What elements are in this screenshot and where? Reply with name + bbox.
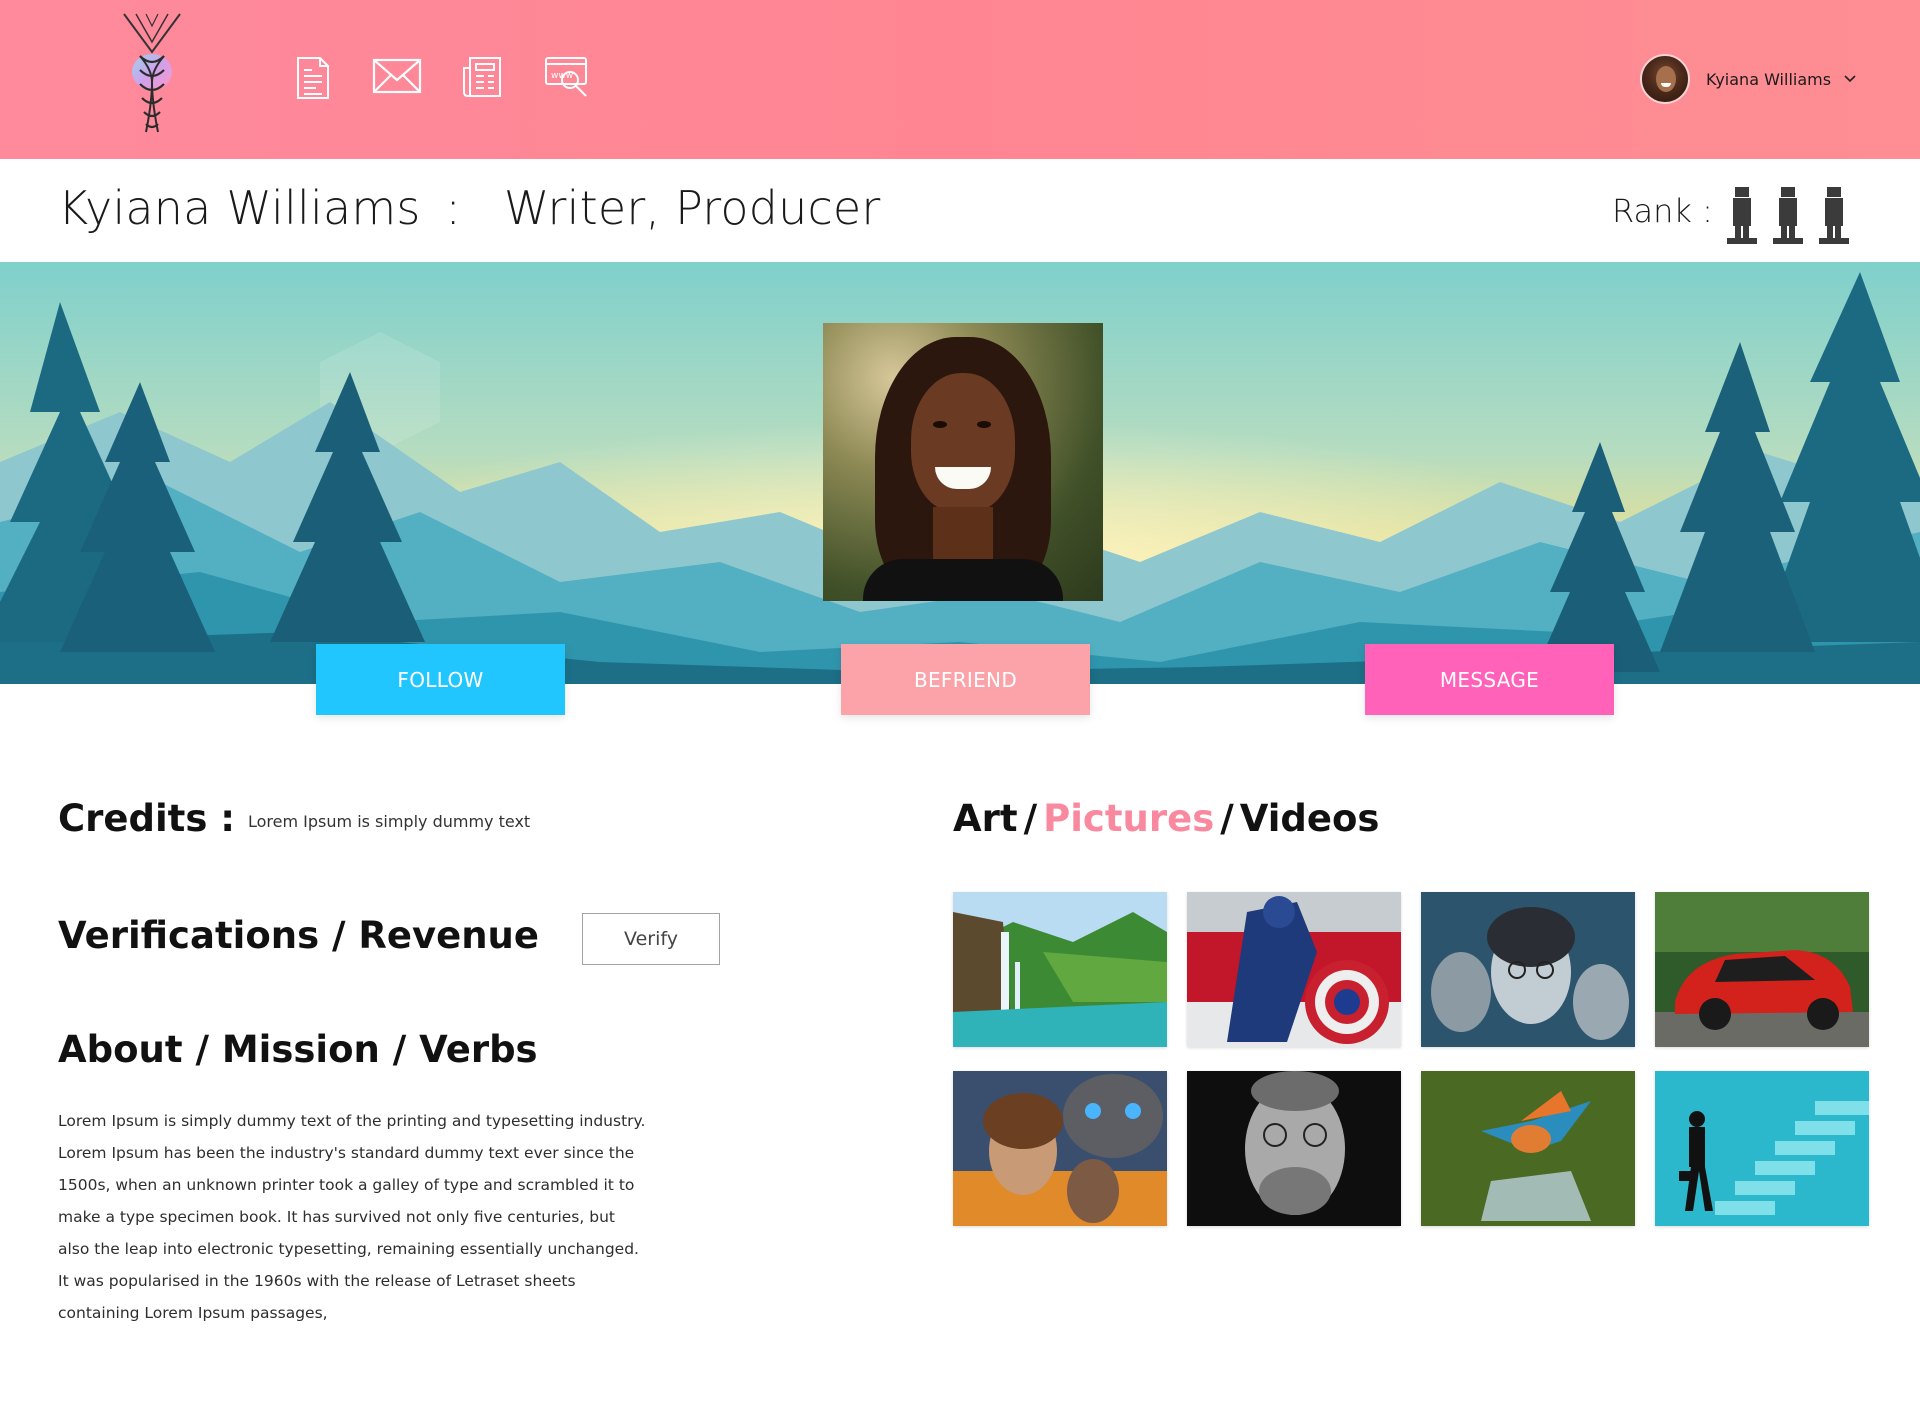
about-line: make a type specimen book. It has surviv…: [58, 1208, 615, 1226]
tab-pictures[interactable]: Pictures: [1043, 797, 1214, 840]
waterfall-image[interactable]: [953, 892, 1167, 1047]
document-icon[interactable]: [296, 56, 330, 104]
rank-label: Rank :: [1612, 192, 1713, 230]
title-separator: :: [445, 181, 462, 235]
page-title: Kyiana Williams : Writer, Producer: [58, 181, 881, 235]
follow-button[interactable]: FOLLOW: [316, 644, 565, 715]
tab-videos[interactable]: Videos: [1240, 797, 1380, 840]
stairs-businessman-image[interactable]: [1655, 1071, 1869, 1226]
portrait-man-image[interactable]: [1187, 1071, 1401, 1226]
about-text: Lorem Ipsum is simply dummy text of the …: [58, 1105, 668, 1329]
transformers-movie-image[interactable]: [953, 1071, 1167, 1226]
red-car-image[interactable]: [1655, 892, 1869, 1047]
tab-art[interactable]: Art: [953, 797, 1018, 840]
rank-figure-icon: [1773, 187, 1803, 244]
chevron-down-icon: [1844, 75, 1856, 83]
about-line: It was popularised in the 1960s with the…: [58, 1272, 576, 1290]
profile-name: Kyiana Williams: [58, 181, 421, 235]
rank-figure-icon: [1819, 187, 1849, 244]
gallery-heading-slash: /: [1023, 797, 1038, 840]
about-line: Lorem Ipsum has been the industry's stan…: [58, 1144, 635, 1162]
verify-button[interactable]: Verify: [582, 913, 720, 965]
gallery-heading-slash: /: [1220, 797, 1234, 840]
credits-heading: Credits :: [58, 797, 236, 840]
braid-logo-icon[interactable]: [116, 12, 188, 140]
credits-text: Lorem Ipsum is simply dummy text: [248, 812, 531, 831]
profile-photo: [823, 323, 1103, 601]
harry-potter-image[interactable]: [1421, 892, 1635, 1047]
user-menu[interactable]: Kyiana Williams: [1640, 54, 1857, 104]
user-name: Kyiana Williams: [1706, 69, 1832, 89]
top-navigation-bar: www Kyiana Williams: [0, 0, 1920, 159]
about-line: containing Lorem Ipsum passages,: [58, 1304, 328, 1322]
gallery-heading: Art / Pictures / Videos: [953, 797, 1379, 840]
message-button[interactable]: MESSAGE: [1365, 644, 1614, 715]
about-line: also the leap into electronic typesettin…: [58, 1240, 639, 1258]
rank-figure-icon: [1727, 187, 1757, 244]
www-search-icon[interactable]: www: [544, 56, 590, 104]
about-line: Lorem Ipsum is simply dummy text of the …: [58, 1112, 646, 1130]
about-line: 1500s, when an unknown printer took a ga…: [58, 1176, 635, 1194]
verifications-heading: Verifications / Revenue: [58, 914, 539, 957]
newspaper-icon[interactable]: [462, 56, 502, 104]
profile-title-row: Kyiana Williams : Writer, Producer Rank …: [0, 159, 1920, 262]
profile-roles: Writer, Producer: [503, 181, 881, 235]
kingfisher-image[interactable]: [1421, 1071, 1635, 1226]
avatar: [1640, 54, 1690, 104]
mail-icon[interactable]: [372, 56, 422, 104]
befriend-button[interactable]: BEFRIEND: [841, 644, 1090, 715]
about-heading: About / Mission / Verbs: [58, 1028, 538, 1071]
captain-america-image[interactable]: [1187, 892, 1401, 1047]
